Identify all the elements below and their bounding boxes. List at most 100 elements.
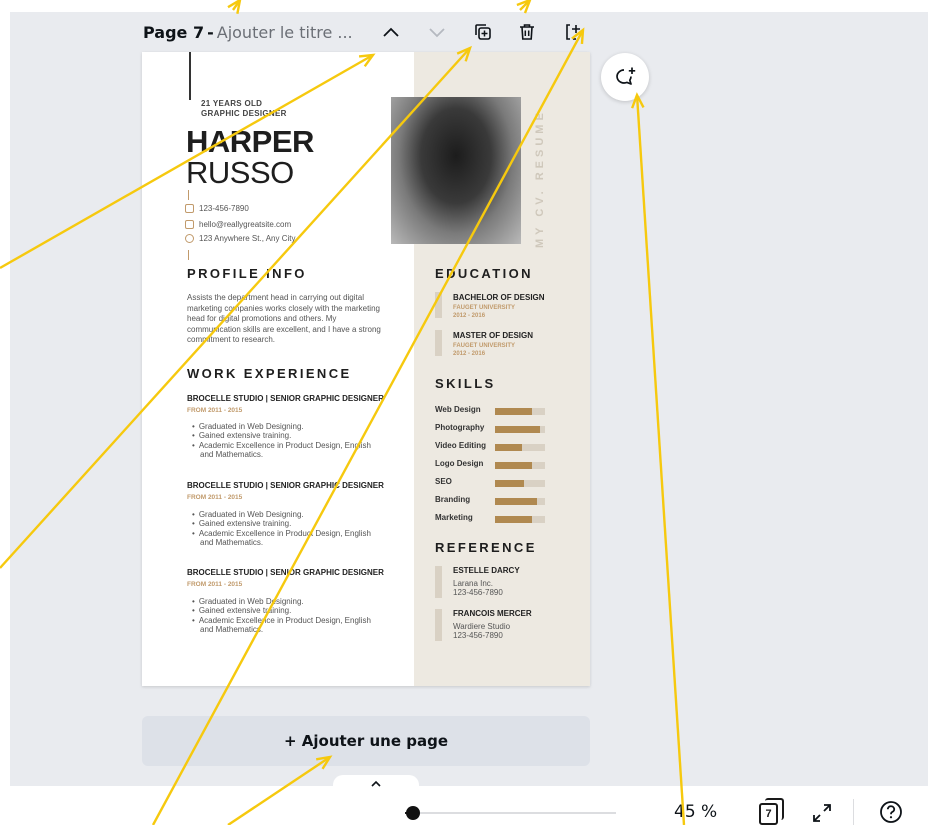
skill-row: Branding [435,495,550,505]
skill-label: Branding [435,495,471,504]
add-page-button[interactable]: + Ajouter une page [142,716,590,766]
skill-bar-fill [495,408,532,415]
skill-bar-fill [495,498,537,505]
phone-icon [185,204,194,213]
add-page-icon [566,24,580,40]
delete-icon [520,24,534,40]
education-marker [435,330,442,356]
collapse-chevron-icon [371,780,381,787]
decorative-line [189,52,191,100]
job-bullets: Graduated in Web Designing. Gained exten… [192,422,397,459]
skill-label: SEO [435,477,452,486]
move-page-down-button[interactable] [423,18,451,46]
grid-view-button[interactable]: 7 [759,798,787,825]
job-date: FROM 2011 - 2015 [187,407,243,414]
footer-divider [853,799,854,825]
help-icon [880,801,902,823]
page-title[interactable]: Page 7- Ajouter le titre ... [143,23,353,42]
education-school: FAUGET UNIVERSITY [453,343,516,349]
accent-tick [188,250,189,260]
side-label: MY CV. RESUME [534,109,546,248]
skill-row: SEO [435,477,550,487]
job-bullets: Graduated in Web Designing. Gained exten… [192,597,397,634]
skill-row: Video Editing [435,441,550,451]
skill-bar-fill [495,480,524,487]
education-years: 2012 - 2016 [453,312,486,319]
skill-bar [495,480,545,487]
profile-title: PROFILE INFO [187,266,307,281]
reference-company: Wardiere Studio [453,622,511,631]
education-degree: BACHELOR OF DESIGN [453,293,545,302]
page-title-placeholder[interactable]: Ajouter le titre ... [217,23,353,42]
annotation-arrow [519,0,531,11]
job-title: BROCELLE STUDIO | SENIOR GRAPHIC DESIGNE… [187,394,384,403]
reference-name: ESTELLE DARCY [453,566,520,575]
age-line: 21 YEARS OLD [201,99,263,108]
location-icon [185,234,194,243]
skill-bar [495,444,545,451]
skill-bar [495,516,545,523]
reference-company: Larana Inc. [453,579,494,588]
duplicate-page-button[interactable] [469,18,497,46]
help-button[interactable] [876,800,906,824]
skill-bar-fill [495,462,532,469]
skill-bar-fill [495,426,540,433]
contact-address: 123 Anywhere St., Any City [185,234,296,243]
skill-bar [495,426,545,433]
zoom-level[interactable]: 45 % [674,802,717,822]
collapse-pages-tab[interactable] [333,775,419,797]
page-number: Page 7 [143,22,205,42]
reference-title: REFERENCE [435,540,537,555]
education-title: EDUCATION [435,266,533,281]
chevron-down-icon [429,28,445,38]
skill-row: Photography [435,423,550,433]
skill-row: Web Design [435,405,550,415]
skill-row: Marketing [435,513,550,523]
page-header: Page 7- Ajouter le titre ... [143,18,591,46]
add-page-button-small[interactable] [559,18,587,46]
reference-name: FRANCOIS MERCER [453,609,532,618]
skill-bar [495,498,545,505]
skill-row: Logo Design [435,459,550,469]
education-years: 2012 - 2016 [453,350,486,357]
reference-marker [435,609,442,641]
skill-label: Web Design [435,405,481,414]
education-marker [435,292,442,318]
skill-label: Logo Design [435,459,484,468]
profile-photo[interactable] [391,97,521,244]
skill-bar-fill [495,444,522,451]
last-name: RUSSO [186,155,294,190]
job-bullets: Graduated in Web Designing. Gained exten… [192,510,397,547]
annotation-arrow [232,0,241,11]
fullscreen-button[interactable] [810,801,834,825]
contact-email: hello@reallygreatsite.com [185,220,291,229]
zoom-slider-track[interactable] [405,812,616,814]
page-title-separator: - [207,22,214,42]
role-line: GRAPHIC DESIGNER [201,109,287,118]
work-title: WORK EXPERIENCE [187,366,352,381]
skill-bar [495,462,545,469]
accent-tick [188,190,189,200]
duplicate-page-icon [475,24,491,40]
resume-page[interactable]: 21 YEARS OLD GRAPHIC DESIGNER HARPER RUS… [142,52,590,686]
delete-page-button[interactable] [513,18,541,46]
skill-label: Video Editing [435,441,486,450]
contact-phone: 123-456-7890 [185,204,249,213]
education-degree: MASTER OF DESIGN [453,331,534,340]
add-comment-icon [616,67,636,85]
fullscreen-icon [813,804,831,822]
reference-phone: 123-456-7890 [453,631,503,640]
job-title: BROCELLE STUDIO | SENIOR GRAPHIC DESIGNE… [187,481,384,490]
chevron-up-icon [383,27,399,37]
zoom-slider-thumb[interactable] [406,806,421,820]
mail-icon [185,220,194,229]
skill-bar [495,408,545,415]
skill-bar-fill [495,516,532,523]
add-comment-button[interactable] [601,53,649,101]
move-page-up-button[interactable] [377,18,405,46]
profile-text: Assists the department head in carrying … [187,293,381,344]
job-title: BROCELLE STUDIO | SENIOR GRAPHIC DESIGNE… [187,568,384,577]
skill-label: Marketing [435,513,473,522]
job-date: FROM 2011 - 2015 [187,581,243,588]
reference-phone: 123-456-7890 [453,588,503,597]
